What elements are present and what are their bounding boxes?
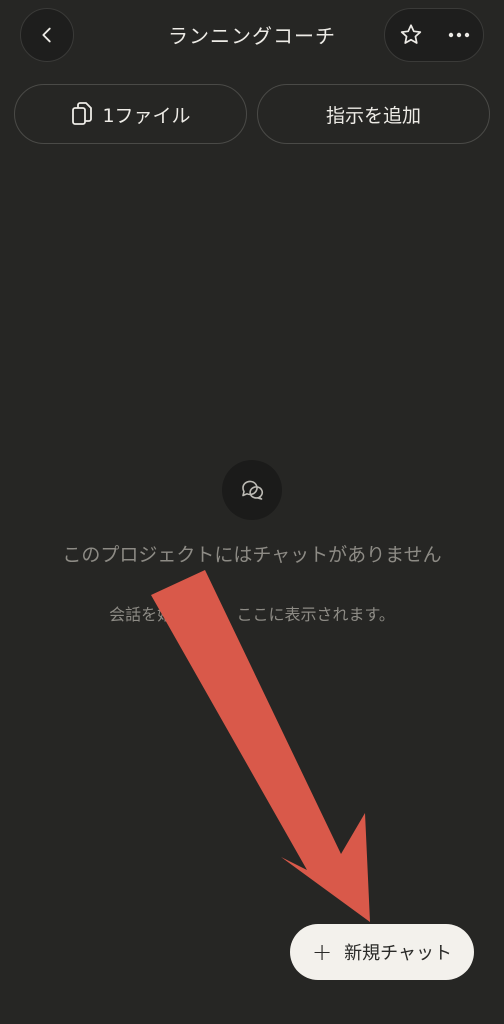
more-button[interactable]	[437, 8, 481, 62]
plus-icon: +	[312, 938, 333, 966]
files-copy-icon	[72, 102, 93, 125]
add-instructions-button[interactable]: 指示を追加	[257, 84, 490, 144]
files-button[interactable]: 1ファイル	[14, 84, 247, 144]
header: ランニングコーチ	[0, 6, 504, 62]
star-outline-icon	[400, 24, 422, 44]
header-actions	[384, 8, 484, 62]
favorite-button[interactable]	[385, 8, 437, 62]
project-controls: 1ファイル 指示を追加	[14, 84, 490, 144]
chevron-left-icon	[42, 27, 51, 43]
page-title: ランニングコーチ	[168, 24, 336, 48]
more-horizontal-icon	[448, 32, 470, 38]
files-button-label: 1ファイル	[102, 104, 191, 127]
project-screen: ランニングコーチ 1ファイル 指示を追加 このプロジェクトにはチャットがありませ…	[0, 0, 504, 1024]
new-chat-label: 新規チャット	[344, 943, 452, 964]
new-chat-button[interactable]: + 新規チャット	[290, 924, 474, 980]
empty-state-title: このプロジェクトにはチャットがありません	[62, 544, 442, 566]
empty-state-subtitle: 会話を始めると、ここに表示されます。	[109, 605, 395, 624]
back-button[interactable]	[20, 8, 74, 62]
chat-bubbles-icon	[222, 460, 282, 520]
add-instructions-label: 指示を追加	[325, 104, 421, 127]
